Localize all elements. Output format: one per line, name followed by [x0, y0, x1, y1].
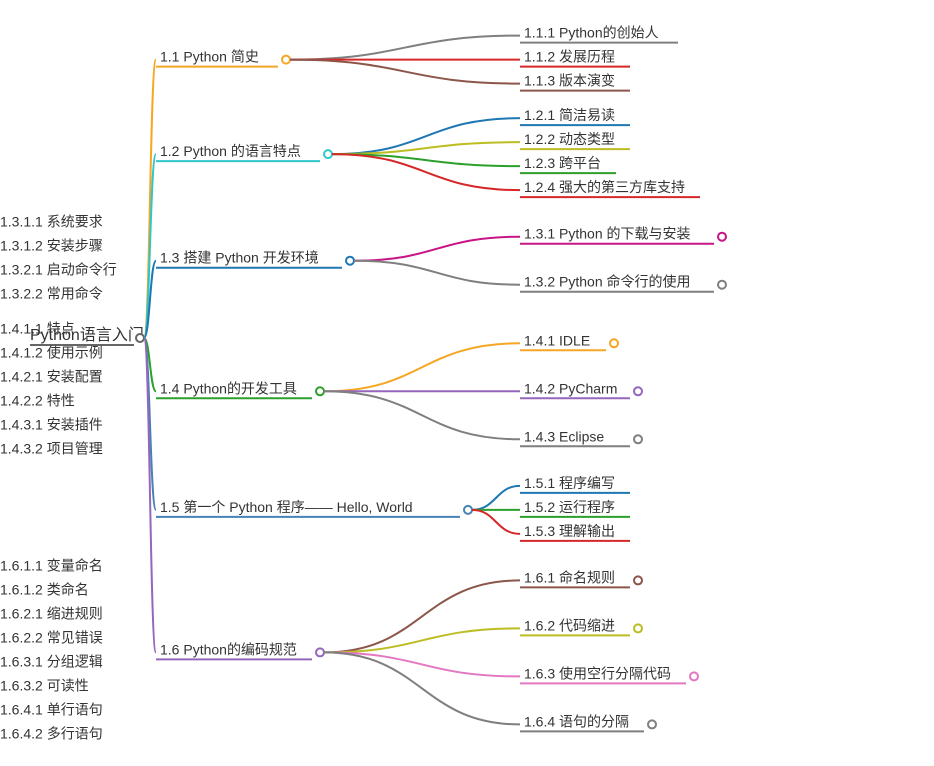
- node-label: 1.3 搭建 Python 开发环境: [160, 250, 319, 266]
- mindmap-diagram: Python语言入门1.1 Python 简史1.1.1 Python的创始人1…: [0, 0, 934, 766]
- node-label: 1.6 Python的编码规范: [160, 641, 297, 657]
- node-label: 1.5.3 理解输出: [524, 523, 615, 539]
- node-label: 1.4.1.1 特点: [0, 320, 75, 336]
- node-label: 1.3.2.1 启动命令行: [0, 262, 117, 278]
- node-label: 1.1.2 发展历程: [524, 49, 615, 65]
- node-label: 1.5 第一个 Python 程序—— Hello, World: [160, 499, 413, 515]
- node-label: 1.2 Python 的语言特点: [160, 143, 301, 159]
- node-label: 1.4 Python的开发工具: [160, 380, 297, 396]
- node-label: 1.3.1 Python 的下载与安装: [524, 226, 691, 242]
- node-label: 1.4.2.1 安装配置: [0, 368, 103, 384]
- node-label: 1.6.2.2 常见错误: [0, 629, 103, 645]
- node-label: 1.3.1.2 安装步骤: [0, 238, 103, 254]
- node-label: 1.6.2.1 缩进规则: [0, 605, 103, 621]
- node-label: 1.6.3.1 分组逻辑: [0, 653, 103, 669]
- node-label: 1.1 Python 简史: [160, 49, 259, 65]
- node-label: 1.6.4 语句的分隔: [524, 713, 629, 729]
- node-label: 1.3.1.1 系统要求: [0, 214, 103, 230]
- node-label: 1.6.3 使用空行分隔代码: [524, 665, 671, 681]
- node-label: 1.3.2 Python 命令行的使用: [524, 274, 691, 290]
- node-label: 1.4.1.2 使用示例: [0, 344, 103, 360]
- node-label: 1.1.1 Python的创始人: [524, 25, 659, 41]
- node-label: 1.6.1.2 类命名: [0, 581, 89, 597]
- node-label: 1.4.2.2 特性: [0, 392, 75, 408]
- node-label: 1.4.3 Eclipse: [524, 428, 604, 444]
- node-label: 1.4.3.1 安装插件: [0, 416, 103, 432]
- node-label: 1.6.1 命名规则: [524, 569, 615, 585]
- node-label: 1.6.1.1 变量命名: [0, 557, 103, 573]
- node-label: 1.6.3.2 可读性: [0, 677, 89, 693]
- node-label: 1.2.1 简洁易读: [524, 107, 615, 123]
- node-label: 1.4.1 IDLE: [524, 332, 590, 348]
- node-label: 1.6.4.1 单行语句: [0, 701, 103, 717]
- node-label: 1.3.2.2 常用命令: [0, 286, 103, 302]
- node-label: 1.6.2 代码缩进: [524, 617, 615, 633]
- node-label: 1.1.3 版本演变: [524, 73, 615, 89]
- node-label: 1.5.1 程序编写: [524, 475, 615, 491]
- node-label: 1.2.4 强大的第三方库支持: [524, 179, 685, 195]
- node-label: 1.2.3 跨平台: [524, 155, 601, 171]
- node-label: 1.5.2 运行程序: [524, 499, 615, 515]
- node-label: 1.4.3.2 项目管理: [0, 440, 103, 456]
- node-label: 1.6.4.2 多行语句: [0, 725, 103, 741]
- node-label: 1.4.2 PyCharm: [524, 380, 617, 396]
- node-label: 1.2.2 动态类型: [524, 131, 615, 147]
